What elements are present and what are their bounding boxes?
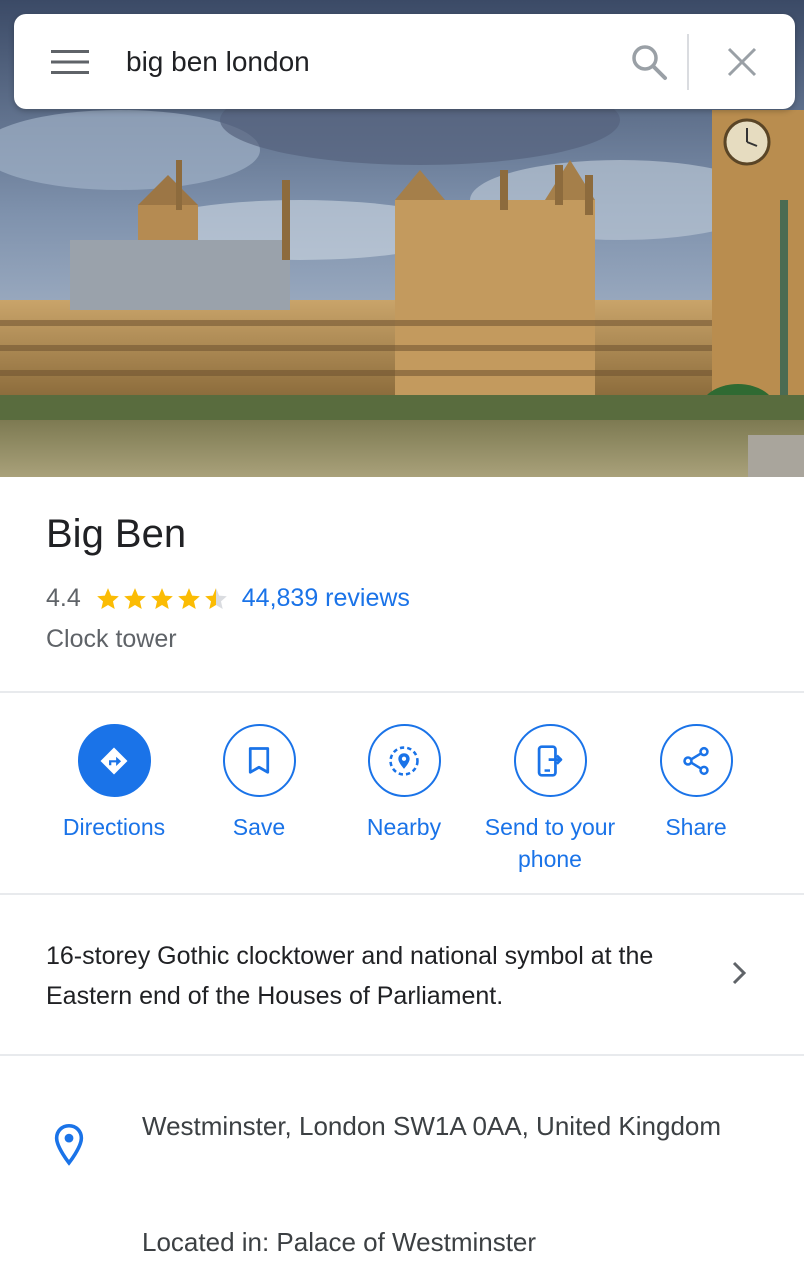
menu-button[interactable] (14, 14, 126, 109)
nearby-button[interactable]: Nearby (334, 724, 474, 843)
close-icon (727, 47, 757, 76)
directions-button[interactable]: Directions (44, 724, 184, 843)
send-to-phone-button[interactable]: Send to your phone (480, 724, 620, 875)
star-full-icon (177, 587, 200, 609)
address-text[interactable]: Westminster, London SW1A 0AA, United Kin… (142, 1106, 742, 1146)
send-to-phone-icon (537, 744, 563, 777)
reviews-link[interactable]: 44,839 reviews (242, 584, 410, 613)
star-full-icon (150, 587, 173, 609)
divider (0, 893, 804, 895)
description-text: 16-storey Gothic clocktower and national… (46, 942, 654, 1010)
directions-label: Directions (62, 814, 166, 840)
search-button[interactable] (611, 14, 687, 109)
save-label: Save (232, 814, 286, 840)
divider (0, 691, 804, 693)
directions-circle (77, 724, 151, 797)
location-pin-icon (54, 1123, 84, 1166)
save-button[interactable]: Save (189, 724, 329, 843)
located-in-text[interactable]: Located in: Palace of Westminster (142, 1222, 536, 1262)
star-full-icon (96, 587, 119, 609)
send-to-phone-circle (513, 724, 587, 797)
place-category: Clock tower (46, 625, 177, 653)
save-circle (222, 724, 296, 797)
star-full-icon (123, 587, 146, 609)
hamburger-menu-icon (51, 49, 89, 74)
clear-search-button[interactable] (689, 14, 795, 109)
action-buttons: Directions Save Nearby Send to your phon… (0, 694, 804, 894)
chevron-right-icon (732, 961, 747, 985)
nearby-icon (389, 745, 419, 776)
star-half-icon (204, 587, 227, 609)
nearby-label: Nearby (366, 814, 442, 840)
share-icon (683, 746, 709, 775)
rating-value: 4.4 (46, 584, 81, 612)
bookmark-icon (248, 746, 270, 774)
share-circle (659, 724, 733, 797)
directions-icon (100, 747, 128, 774)
send-to-phone-label: Send to your phone (484, 814, 616, 872)
search-icon (632, 44, 667, 80)
star-rating (95, 586, 230, 612)
divider (0, 1054, 804, 1056)
search-input[interactable] (126, 45, 611, 78)
nearby-circle (367, 724, 441, 797)
share-button[interactable]: Share (626, 724, 766, 843)
description-row[interactable]: 16-storey Gothic clocktower and national… (0, 896, 804, 1054)
rating-row: 4.4 44,839 reviews (46, 584, 410, 613)
place-title: Big Ben (46, 512, 187, 556)
search-bar (14, 14, 795, 109)
share-label: Share (665, 814, 727, 840)
